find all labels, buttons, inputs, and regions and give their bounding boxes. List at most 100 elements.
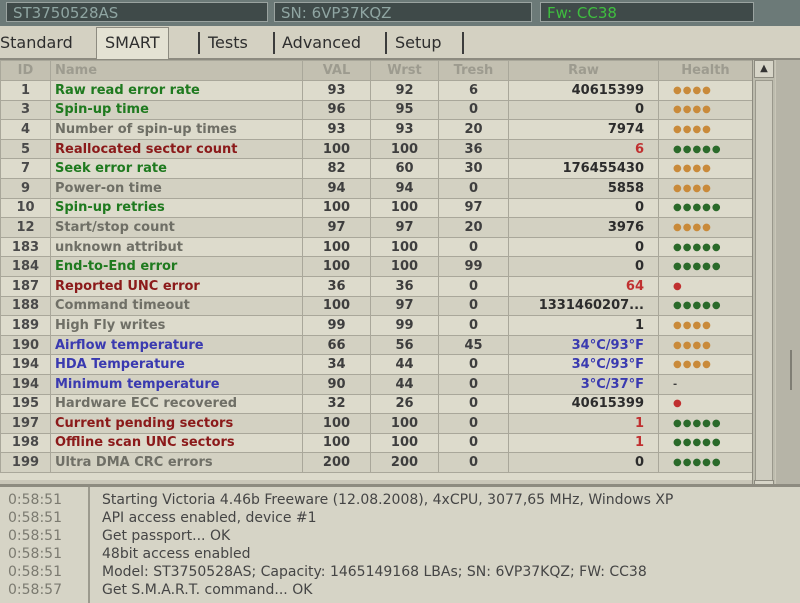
attribute-name-cell: Command timeout (50, 295, 303, 317)
drive-info-bar: ST3750528AS SN: 6VP37KQZ Fw: CC38 (0, 0, 800, 26)
tab-divider (273, 32, 275, 54)
attribute-name-cell: Power-on time (50, 177, 303, 199)
table-row[interactable]: 195 Hardware ECC recovered 32 26 0 40615399 ● (0, 393, 752, 415)
attribute-raw-cell: 1 (508, 315, 659, 336)
attribute-threshold-cell: 0 (438, 275, 509, 297)
table-row[interactable]: 197 Current pending sectors 100 100 0 1 ●●●●● (0, 413, 752, 434)
attribute-threshold-cell: 0 (438, 99, 509, 121)
attribute-threshold-cell: 99 (438, 256, 509, 277)
table-row[interactable]: 1 Raw read error rate 93 92 6 40615399 ●●●● (0, 80, 752, 101)
table-row[interactable]: 184 End-to-End error 100 100 99 0 ●●●●● (0, 256, 752, 277)
attribute-threshold-cell: 97 (438, 197, 509, 219)
column-header-val[interactable]: VAL (302, 60, 371, 81)
attribute-name-cell: Hardware ECC recovered (50, 393, 303, 415)
attribute-health-cell: ● (658, 275, 752, 297)
attribute-raw-cell: 3976 (508, 217, 659, 238)
log-timestamp: 0:58:51 (8, 564, 62, 580)
table-row[interactable]: 190 Airflow temperature 66 56 45 34°C/93°F ●●●… (0, 334, 752, 356)
tab-advanced[interactable]: Advanced (282, 30, 361, 56)
table-row[interactable]: 4 Number of spin-up times 93 93 20 7974 ●●●● (0, 119, 752, 140)
attribute-value-cell: 100 (302, 236, 371, 258)
attribute-value-cell: 66 (302, 334, 371, 356)
table-header-row: ID Name VAL Wrst Tresh Raw Health (0, 60, 752, 81)
tab-divider (462, 32, 464, 54)
attribute-threshold-cell: 20 (438, 119, 509, 140)
table-scrollbar[interactable]: ▲ ▼ (752, 60, 775, 498)
log-message: Model: ST3750528AS; Capacity: 1465149168… (102, 564, 647, 580)
table-row[interactable]: 188 Command timeout 100 97 0 1331460207... ●●●… (0, 295, 752, 317)
attribute-raw-cell: 7974 (508, 119, 659, 140)
attribute-name-cell: Spin-up retries (50, 197, 303, 219)
attribute-health-cell: ●●●●● (658, 138, 752, 160)
attribute-id-cell: 195 (0, 393, 51, 415)
log-entry: 0:58:51 Get passport... OK (0, 527, 800, 545)
attribute-raw-cell: 34°C/93°F (508, 354, 659, 375)
attribute-worst-cell: 100 (370, 138, 439, 160)
attribute-id-cell: 3 (0, 99, 51, 121)
tab-smart[interactable]: SMART (96, 27, 169, 59)
attribute-threshold-cell: 0 (438, 315, 509, 336)
attribute-threshold-cell: 36 (438, 138, 509, 160)
attribute-name-cell: Ultra DMA CRC errors (50, 452, 303, 473)
attribute-id-cell: 194 (0, 354, 51, 375)
table-row[interactable]: 3 Spin-up time 96 95 0 0 ●●●● (0, 99, 752, 121)
log-message: 48bit access enabled (102, 546, 251, 562)
attribute-health-cell: ●●●●● (658, 256, 752, 277)
attribute-name-cell: End-to-End error (50, 256, 303, 277)
attribute-value-cell: 200 (302, 452, 371, 473)
attribute-worst-cell: 95 (370, 99, 439, 121)
attribute-id-cell: 10 (0, 197, 51, 219)
attribute-threshold-cell: 0 (438, 236, 509, 258)
attribute-id-cell: 4 (0, 119, 51, 140)
table-row[interactable]: 5 Reallocated sector count 100 100 36 6 ●●●●● (0, 138, 752, 160)
table-row[interactable]: 198 Offline scan UNC sectors 100 100 0 1 ●●●●● (0, 432, 752, 454)
drive-model-field: ST3750528AS (6, 2, 268, 22)
panel-edge (790, 350, 800, 390)
attribute-worst-cell: 60 (370, 158, 439, 179)
attribute-value-cell: 99 (302, 315, 371, 336)
log-panel: 0:58:51 Starting Victoria 4.46b Freeware … (0, 484, 800, 603)
table-row[interactable]: 187 Reported UNC error 36 36 0 64 ● (0, 275, 752, 297)
attribute-worst-cell: 44 (370, 373, 439, 395)
attribute-id-cell: 9 (0, 177, 51, 199)
tab-tests[interactable]: Tests (208, 30, 248, 56)
scroll-up-button[interactable]: ▲ (754, 60, 774, 78)
attribute-threshold-cell: 0 (438, 295, 509, 317)
column-header-health[interactable]: Health (658, 60, 752, 81)
tab-setup[interactable]: Setup (395, 30, 442, 56)
column-header-raw[interactable]: Raw (508, 60, 659, 81)
attribute-raw-cell: 40615399 (508, 80, 659, 101)
tab-standard[interactable]: Standard (0, 30, 73, 56)
attribute-id-cell: 190 (0, 334, 51, 356)
column-header-id[interactable]: ID (0, 60, 51, 81)
attribute-worst-cell: 100 (370, 413, 439, 434)
column-header-wrst[interactable]: Wrst (370, 60, 439, 81)
log-timestamp: 0:58:51 (8, 510, 62, 526)
scroll-thumb[interactable] (755, 80, 773, 482)
table-row[interactable]: 10 Spin-up retries 100 100 97 0 ●●●●● (0, 197, 752, 219)
attribute-value-cell: 100 (302, 413, 371, 434)
log-entry: 0:58:51 Model: ST3750528AS; Capacity: 146… (0, 563, 800, 581)
attribute-raw-cell: 1331460207... (508, 295, 659, 317)
column-header-name[interactable]: Name (50, 60, 303, 81)
table-row[interactable]: 194 HDA Temperature 34 44 0 34°C/93°F ●●●● (0, 354, 752, 375)
table-row[interactable]: 12 Start/stop count 97 97 20 3976 ●●●● (0, 217, 752, 238)
attribute-raw-cell: 5858 (508, 177, 659, 199)
table-row[interactable]: 183 unknown attribut 100 100 0 0 ●●●●● (0, 236, 752, 258)
attribute-name-cell: Seek error rate (50, 158, 303, 179)
attribute-health-cell: ●●●● (658, 119, 752, 140)
attribute-worst-cell: 100 (370, 432, 439, 454)
log-entry: 0:58:51 48bit access enabled (0, 545, 800, 563)
table-row[interactable]: 189 High Fly writes 99 99 0 1 ●●●● (0, 315, 752, 336)
attribute-name-cell: Spin-up time (50, 99, 303, 121)
table-row[interactable]: 9 Power-on time 94 94 0 5858 ●●●● (0, 177, 752, 199)
column-header-tresh[interactable]: Tresh (438, 60, 509, 81)
table-row[interactable]: 194 Minimum temperature 90 44 0 3°C/37°F - (0, 373, 752, 395)
table-row[interactable]: 7 Seek error rate 82 60 30 176455430 ●●●● (0, 158, 752, 179)
table-row[interactable]: 199 Ultra DMA CRC errors 200 200 0 0 ●●●●● (0, 452, 752, 473)
log-entry: 0:58:51 Starting Victoria 4.46b Freeware … (0, 491, 800, 509)
smart-attributes-table: ID Name VAL Wrst Tresh Raw Health 1 Raw r… (0, 60, 752, 480)
attribute-name-cell: Airflow temperature (50, 334, 303, 356)
attribute-worst-cell: 94 (370, 177, 439, 199)
attribute-health-cell: ●●●●● (658, 197, 752, 219)
